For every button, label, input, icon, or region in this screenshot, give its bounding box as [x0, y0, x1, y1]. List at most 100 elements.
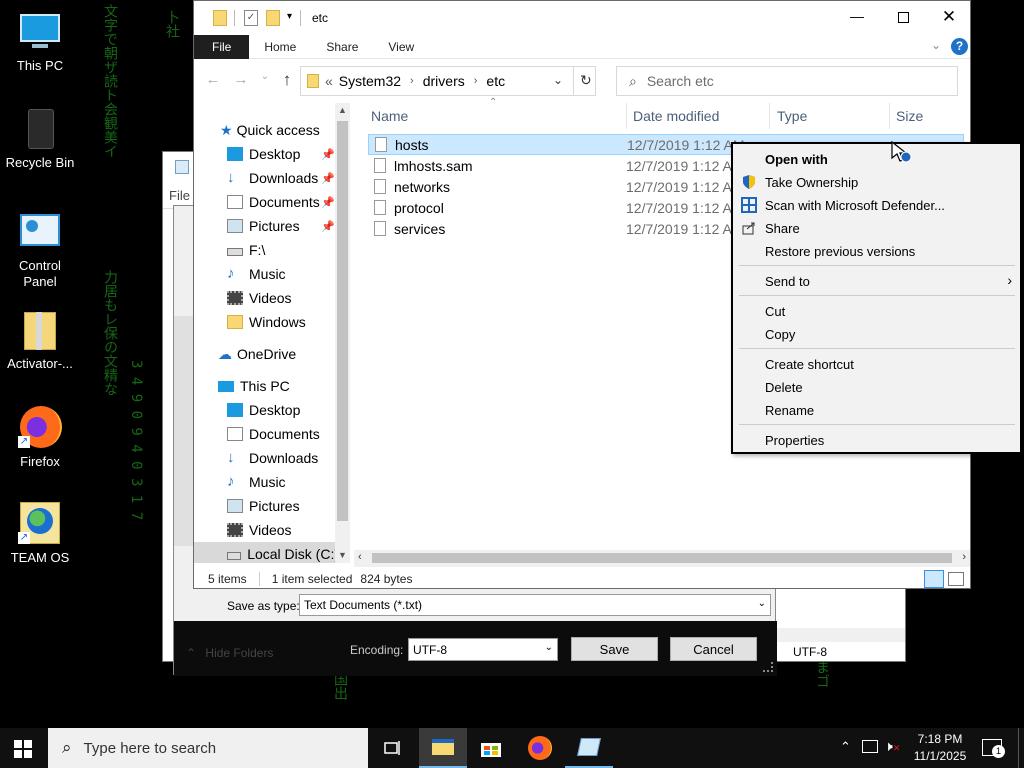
- tray-chevron-up-icon[interactable]: ⌃: [840, 739, 851, 755]
- nav-pc-documents[interactable]: Documents: [227, 422, 320, 446]
- nav-pc-desktop[interactable]: Desktop: [227, 398, 300, 422]
- nav-scrollbar[interactable]: ▲ ▼: [335, 103, 350, 563]
- qat-dropdown-icon[interactable]: ▾: [287, 11, 292, 22]
- large-icons-view-icon[interactable]: [948, 572, 964, 586]
- notepad-file-menu[interactable]: File: [169, 188, 190, 203]
- maximize-button[interactable]: [886, 9, 920, 29]
- up-arrow-icon[interactable]: ↑: [278, 70, 296, 90]
- nav-pc-downloads[interactable]: ↓ Downloads: [227, 446, 318, 470]
- network-icon[interactable]: [862, 740, 878, 753]
- clock[interactable]: 7:18 PM 11/1/2025: [908, 731, 972, 765]
- details-view-icon[interactable]: [924, 570, 944, 588]
- notification-center-button[interactable]: 1: [982, 739, 1005, 758]
- notepad-hscroll[interactable]: [771, 628, 905, 642]
- scroll-up-icon[interactable]: ▲: [338, 105, 347, 115]
- nav-pc-music[interactable]: ♪ Music: [227, 470, 286, 494]
- nav-quick-f-drive[interactable]: F:\: [227, 238, 265, 262]
- menu-send-to[interactable]: Send to ›: [733, 270, 1020, 292]
- tab-view[interactable]: View: [373, 35, 429, 59]
- desktop-icon-team-os[interactable]: ↗ TEAM OS: [0, 502, 80, 566]
- save-button[interactable]: Save: [571, 637, 658, 661]
- column-type[interactable]: Type: [777, 108, 807, 124]
- explorer-titlebar[interactable]: ✓ ▾ etc — ✕: [194, 1, 970, 35]
- resize-grip-icon[interactable]: [763, 662, 773, 672]
- back-arrow-icon[interactable]: ←: [204, 71, 222, 88]
- menu-take-ownership[interactable]: Take Ownership: [733, 171, 1020, 193]
- scroll-right-icon[interactable]: ›: [962, 551, 966, 563]
- nav-quick-downloads[interactable]: ↓ Downloads 📌: [227, 166, 342, 190]
- menu-properties[interactable]: Properties: [733, 429, 1020, 451]
- taskbar-file-explorer[interactable]: [419, 728, 467, 768]
- nav-pc-pictures[interactable]: Pictures: [227, 494, 300, 518]
- volume-muted-icon[interactable]: 🕨✕: [884, 738, 900, 755]
- task-view-button[interactable]: [368, 728, 416, 768]
- nav-quick-windows[interactable]: Windows: [227, 310, 306, 334]
- desktop-icon-control-panel[interactable]: Control Panel: [0, 210, 80, 290]
- start-button[interactable]: [14, 740, 32, 758]
- ribbon-expand-icon[interactable]: ⌄: [931, 38, 941, 52]
- breadcrumb-overflow[interactable]: «: [325, 73, 333, 89]
- taskbar-firefox[interactable]: [516, 728, 564, 768]
- menu-delete[interactable]: Delete: [733, 376, 1020, 398]
- encoding-select[interactable]: UTF-8 ⌄: [408, 638, 558, 661]
- nav-pc-videos[interactable]: Videos: [227, 518, 292, 542]
- scroll-thumb[interactable]: [372, 553, 952, 563]
- taskbar-search-box[interactable]: ⌕ Type here to search: [48, 728, 368, 768]
- address-divider: [573, 67, 574, 95]
- nav-quick-pictures[interactable]: Pictures 📌: [227, 214, 342, 238]
- recent-chevron-icon[interactable]: ⌄: [256, 71, 274, 82]
- scroll-left-icon[interactable]: ‹: [358, 551, 362, 563]
- cancel-button[interactable]: Cancel: [670, 637, 757, 661]
- refresh-icon[interactable]: ↻: [580, 72, 592, 89]
- show-desktop-button[interactable]: [1018, 728, 1024, 768]
- desktop-icon-activator[interactable]: Activator-...: [0, 308, 80, 372]
- column-name[interactable]: Name: [371, 108, 408, 124]
- menu-copy[interactable]: Copy: [733, 323, 1020, 345]
- nav-this-pc[interactable]: This PC: [218, 374, 290, 398]
- search-box[interactable]: ⌕ Search etc: [616, 66, 958, 96]
- breadcrumb-separator-icon[interactable]: ›: [410, 75, 414, 87]
- nav-pc-local-disk[interactable]: Local Disk (C:): [194, 542, 339, 563]
- properties-check-icon[interactable]: ✓: [244, 10, 258, 26]
- breadcrumb-system32[interactable]: System32: [339, 73, 401, 89]
- nav-onedrive[interactable]: ☁ OneDrive: [218, 342, 296, 366]
- save-as-type-select[interactable]: Text Documents (*.txt) ⌄: [299, 594, 771, 616]
- nav-quick-documents[interactable]: Documents 📌: [227, 190, 342, 214]
- menu-scan-defender[interactable]: Scan with Microsoft Defender...: [733, 194, 1020, 216]
- tab-home[interactable]: Home: [249, 35, 311, 59]
- address-bar[interactable]: « System32 › drivers › etc ⌄ ↻: [300, 66, 596, 96]
- taskbar-notepad[interactable]: [565, 728, 613, 768]
- forward-arrow-icon[interactable]: →: [232, 71, 250, 88]
- menu-create-shortcut[interactable]: Create shortcut: [733, 353, 1020, 375]
- close-button[interactable]: ✕: [932, 7, 966, 27]
- scroll-down-icon[interactable]: ▼: [338, 550, 347, 560]
- file-list-hscrollbar[interactable]: ‹ ›: [354, 550, 970, 567]
- taskbar-store[interactable]: [467, 728, 515, 768]
- menu-open-with[interactable]: Open with: [733, 148, 1020, 170]
- breadcrumb-separator-icon[interactable]: ›: [474, 75, 478, 87]
- minimize-button[interactable]: —: [840, 8, 874, 28]
- desktop-icon-recycle-bin[interactable]: Recycle Bin: [0, 107, 80, 171]
- nav-quick-music[interactable]: ♪ Music: [227, 262, 286, 286]
- scroll-thumb[interactable]: [337, 121, 348, 521]
- nav-quick-desktop[interactable]: Desktop 📌: [227, 142, 342, 166]
- desktop-icon-this-pc[interactable]: This PC: [0, 10, 80, 74]
- menu-cut[interactable]: Cut: [733, 300, 1020, 322]
- nav-quick-videos[interactable]: Videos: [227, 286, 292, 310]
- menu-rename[interactable]: Rename: [733, 399, 1020, 421]
- column-size[interactable]: Size: [896, 108, 923, 124]
- desktop-icon-firefox[interactable]: ↗ Firefox: [0, 406, 80, 470]
- tab-file[interactable]: File: [194, 34, 250, 59]
- nav-quick-access[interactable]: ★ Quick access: [220, 118, 320, 142]
- column-date-modified[interactable]: Date modified: [633, 108, 719, 124]
- breadcrumb-drivers[interactable]: drivers: [423, 73, 465, 89]
- status-selected: 1 item selected: [271, 572, 353, 586]
- menu-share[interactable]: Share: [733, 217, 1020, 239]
- help-icon[interactable]: ?: [951, 38, 968, 55]
- breadcrumb-etc[interactable]: etc: [486, 73, 505, 89]
- new-folder-icon[interactable]: [266, 10, 280, 26]
- hide-folders-toggle[interactable]: ⌃ Hide Folders: [186, 646, 273, 660]
- menu-restore-previous[interactable]: Restore previous versions: [733, 240, 1020, 262]
- address-dropdown-icon[interactable]: ⌄: [553, 73, 563, 87]
- tab-share[interactable]: Share: [311, 35, 373, 59]
